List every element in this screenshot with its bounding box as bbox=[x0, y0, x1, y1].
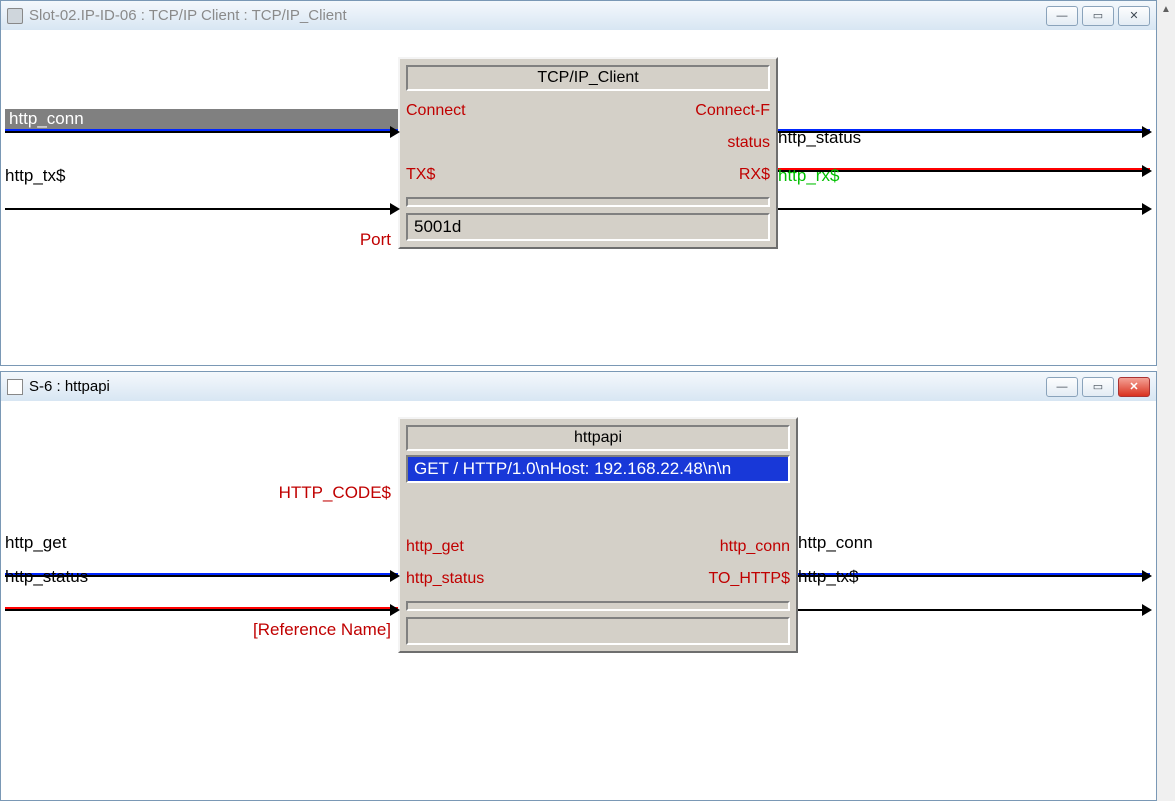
port-to-http-out[interactable]: TO_HTTP$ bbox=[709, 570, 791, 588]
minimize-button[interactable]: — bbox=[1046, 6, 1078, 26]
vertical-scrollbar[interactable]: ▲ bbox=[1157, 0, 1175, 801]
http-code-label: HTTP_CODE$ bbox=[261, 483, 391, 503]
port-http-conn-out[interactable]: http_conn bbox=[720, 538, 790, 556]
port-param-label: Port bbox=[341, 230, 391, 250]
canvas-2[interactable]: httpapi GET / HTTP/1.0\nHost: 192.168.22… bbox=[1, 401, 1156, 800]
canvas-1[interactable]: TCP/IP_Client Connect Connect-F status T… bbox=[1, 30, 1156, 365]
window-tcpip-client: Slot-02.IP-ID-06 : TCP/IP Client : TCP/I… bbox=[0, 0, 1157, 366]
window-title-1: Slot-02.IP-ID-06 : TCP/IP Client : TCP/I… bbox=[29, 7, 1046, 24]
port-rx[interactable]: RX$ bbox=[739, 166, 770, 184]
output-signal-http-rx[interactable]: http_rx$ bbox=[778, 186, 1150, 210]
maximize-button[interactable]: ▭ bbox=[1082, 6, 1114, 26]
close-button[interactable]: ✕ bbox=[1118, 377, 1150, 397]
minimize-button[interactable]: — bbox=[1046, 377, 1078, 397]
block-title-1: TCP/IP_Client bbox=[406, 65, 770, 91]
input-signal-http-tx[interactable]: http_tx$ bbox=[5, 186, 398, 210]
http-code-value[interactable]: GET / HTTP/1.0\nHost: 192.168.22.48\n\n bbox=[406, 455, 790, 483]
title-bar-1[interactable]: Slot-02.IP-ID-06 : TCP/IP Client : TCP/I… bbox=[1, 1, 1156, 30]
close-button[interactable]: ✕ bbox=[1118, 6, 1150, 26]
port-status[interactable]: status bbox=[727, 134, 770, 152]
port-tx[interactable]: TX$ bbox=[406, 166, 435, 184]
window-httpapi: S-6 : httpapi — ▭ ✕ httpapi GET / HTTP/1… bbox=[0, 371, 1157, 801]
window-title-2: S-6 : httpapi bbox=[29, 378, 1046, 395]
port-connect-f[interactable]: Connect-F bbox=[695, 102, 770, 120]
title-bar-2[interactable]: S-6 : httpapi — ▭ ✕ bbox=[1, 372, 1156, 401]
block-tcpip-client[interactable]: TCP/IP_Client Connect Connect-F status T… bbox=[398, 57, 778, 249]
maximize-button[interactable]: ▭ bbox=[1082, 377, 1114, 397]
input-signal-http-conn[interactable]: http_conn bbox=[5, 109, 398, 133]
output-signal-http-tx[interactable]: http_tx$ bbox=[798, 587, 1150, 611]
app-icon bbox=[7, 8, 23, 24]
port-http-get-in[interactable]: http_get bbox=[406, 538, 464, 556]
reference-name-label: [Reference Name] bbox=[231, 620, 391, 640]
port-http-status-in[interactable]: http_status bbox=[406, 570, 484, 588]
block-httpapi[interactable]: httpapi GET / HTTP/1.0\nHost: 192.168.22… bbox=[398, 417, 798, 653]
port-value-input[interactable]: 5001d bbox=[406, 213, 770, 241]
reference-name-input[interactable] bbox=[406, 617, 790, 645]
port-connect[interactable]: Connect bbox=[406, 102, 466, 120]
block-title-2: httpapi bbox=[406, 425, 790, 451]
scroll-up-button[interactable]: ▲ bbox=[1157, 0, 1175, 18]
input-signal-http-status[interactable]: http_status bbox=[5, 587, 398, 611]
app-icon bbox=[7, 379, 23, 395]
